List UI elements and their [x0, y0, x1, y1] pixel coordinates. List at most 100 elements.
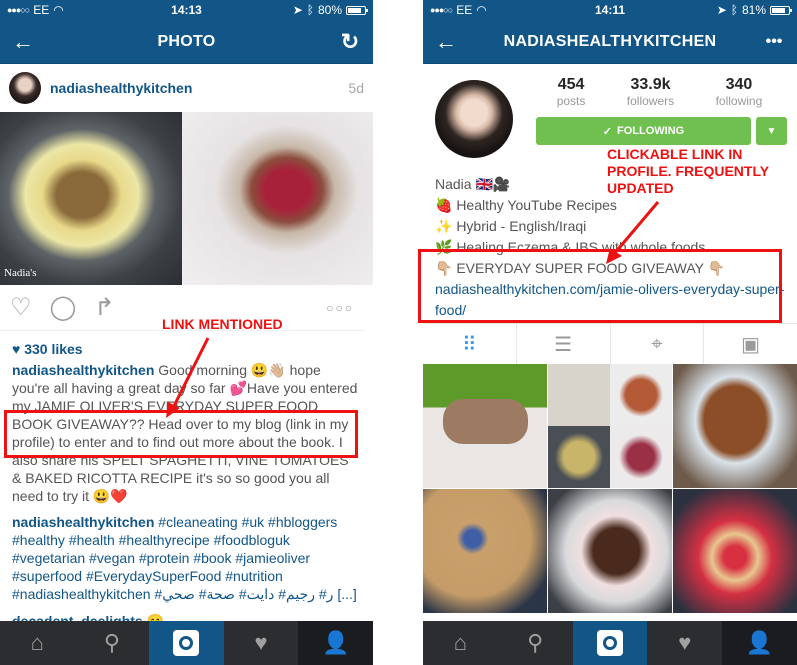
refresh-icon[interactable]: ↻: [337, 29, 363, 55]
follow-dropdown-button[interactable]: ▼: [756, 117, 787, 145]
following-button[interactable]: ✓ FOLLOWING: [536, 117, 751, 145]
stat-label: followers: [626, 94, 675, 108]
like-heart-icon[interactable]: ♡: [10, 293, 32, 322]
caret-down-icon: ▼: [766, 125, 777, 137]
avatar[interactable]: [9, 72, 41, 104]
carrier: EE: [33, 3, 50, 17]
battery-icon: [346, 5, 368, 15]
tab-location-view[interactable]: ⌖: [609, 324, 704, 364]
location-pin-icon: ⌖: [651, 332, 663, 355]
likes-count[interactable]: ♥ 330 likes: [0, 331, 373, 361]
photo-cake: [182, 112, 373, 285]
tagged-person-icon: ▣: [741, 333, 761, 356]
watermark: Nadia's: [4, 267, 37, 279]
signal-icon: ●●●○○: [7, 5, 30, 15]
search-icon: ⚲: [103, 630, 120, 655]
grid-photo[interactable]: [548, 489, 672, 613]
tab-home[interactable]: ⌂: [0, 621, 75, 665]
post-age: 5d: [348, 80, 364, 96]
tab-profile[interactable]: 👤: [298, 621, 373, 665]
tab-camera[interactable]: [572, 621, 648, 665]
wifi-icon: ◠: [476, 3, 487, 17]
post-username[interactable]: nadiashealthykitchen: [50, 80, 192, 96]
tab-bar: ⌂ ⚲ ♥ 👤: [423, 621, 797, 665]
bluetooth-icon: ᛒ: [730, 3, 738, 17]
location-icon: ➤: [292, 3, 303, 17]
hashtag-username[interactable]: nadiashealthykitchen: [12, 514, 154, 530]
back-arrow-icon[interactable]: ←: [10, 29, 36, 55]
home-icon: ⌂: [453, 630, 468, 655]
bluetooth-icon: ᛒ: [306, 3, 314, 17]
profile-icon: 👤: [321, 630, 350, 655]
grid-photo[interactable]: [673, 489, 797, 613]
back-arrow-icon[interactable]: ←: [433, 29, 459, 55]
tab-activity[interactable]: ♥: [647, 621, 722, 665]
post-header: nadiashealthykitchen 5d: [0, 64, 373, 112]
nav-bar: ← NADIASHEALTHYKITCHEN •••: [423, 20, 797, 64]
camera-icon: [596, 630, 623, 656]
search-icon: ⚲: [527, 630, 544, 655]
stat-following[interactable]: 340 following: [716, 76, 763, 108]
profile-icon: 👤: [745, 630, 774, 655]
tab-search[interactable]: ⚲: [75, 621, 150, 665]
grid-photo[interactable]: [423, 364, 547, 488]
clock: 14:11: [594, 3, 626, 17]
share-arrow-icon[interactable]: ↱: [94, 293, 114, 322]
stat-value: 33.9k: [630, 76, 671, 93]
battery-percent: 80%: [317, 3, 342, 17]
caption-username[interactable]: nadiashealthykitchen: [12, 362, 154, 378]
stat-posts[interactable]: 454 posts: [557, 76, 586, 108]
following-label: FOLLOWING: [617, 125, 685, 137]
tab-grid-view[interactable]: ⠿: [423, 324, 516, 364]
checkmark-icon: ✓: [602, 125, 612, 138]
annotation-box-right: [418, 249, 782, 323]
battery-percent: 81%: [741, 3, 766, 17]
stat-followers[interactable]: 33.9k followers: [627, 76, 674, 108]
hashtag-comment: nadiashealthykitchen #cleaneating #uk #h…: [0, 513, 373, 603]
likes-label: 330 likes: [24, 341, 83, 357]
stat-label: posts: [556, 94, 586, 108]
grid-photo[interactable]: [673, 364, 797, 488]
post-image[interactable]: Nadia's: [0, 112, 373, 285]
stat-value: 454: [557, 76, 585, 93]
tab-search[interactable]: ⚲: [498, 621, 573, 665]
grid-photo[interactable]: [423, 489, 547, 613]
profile-screen: ●●●○○ EE ◠ 14:11 ➤ ᛒ 81% ← NADIASHEALTHYKITC…: [423, 0, 797, 665]
tab-tagged-view[interactable]: ▣: [703, 324, 797, 364]
battery-icon: [770, 5, 792, 15]
tab-home[interactable]: ⌂: [423, 621, 498, 665]
status-bar: ●●●○○ EE ◠ 14:13 ➤ ᛒ 80%: [0, 0, 373, 20]
more-dots-icon[interactable]: •••: [761, 33, 787, 51]
wifi-icon: ◠: [53, 3, 64, 17]
comment-bubble-icon[interactable]: ◯: [50, 293, 77, 322]
home-icon: ⌂: [30, 630, 44, 655]
more-options-icon[interactable]: ○○○: [326, 301, 354, 315]
tab-activity[interactable]: ♥: [224, 621, 299, 665]
activity-heart-icon: ♥: [678, 630, 692, 655]
activity-heart-icon: ♥: [254, 630, 268, 655]
tab-list-view[interactable]: ☰: [515, 324, 610, 364]
annotation-box-left: [4, 410, 358, 458]
annotation-clickable-link: CLICKABLE LINK IN PROFILE. FREQUENTLY UP…: [607, 146, 769, 196]
page-title: PHOTO: [157, 32, 216, 50]
tab-camera[interactable]: [149, 621, 224, 665]
nav-bar: ← PHOTO ↻: [0, 20, 373, 64]
profile-avatar[interactable]: [435, 80, 513, 158]
tab-profile[interactable]: 👤: [722, 621, 797, 665]
photo-grid: [423, 364, 797, 613]
profile-view-tabs: ⠿ ☰ ⌖ ▣: [423, 323, 797, 364]
status-bar: ●●●○○ EE ◠ 14:11 ➤ ᛒ 81%: [423, 0, 797, 20]
bio-line: 🍓 Healthy YouTube Recipes: [435, 197, 617, 213]
profile-stats: 454 posts 33.9k followers 340 following: [536, 76, 787, 108]
heart-icon: ♥: [12, 341, 21, 357]
camera-icon: [173, 630, 200, 656]
carrier: EE: [456, 3, 473, 17]
annotation-link-mentioned: LINK MENTIONED: [162, 316, 283, 332]
list-icon: ☰: [554, 333, 573, 356]
page-title: NADIASHEALTHYKITCHEN: [503, 32, 717, 50]
tab-bar: ⌂ ⚲ ♥ 👤: [0, 621, 373, 665]
stat-value: 340: [725, 76, 753, 93]
bio-line: ✨ Hybrid - English/Iraqi: [435, 218, 587, 234]
grid-icon: ⠿: [462, 333, 477, 356]
grid-photo[interactable]: [548, 364, 672, 488]
